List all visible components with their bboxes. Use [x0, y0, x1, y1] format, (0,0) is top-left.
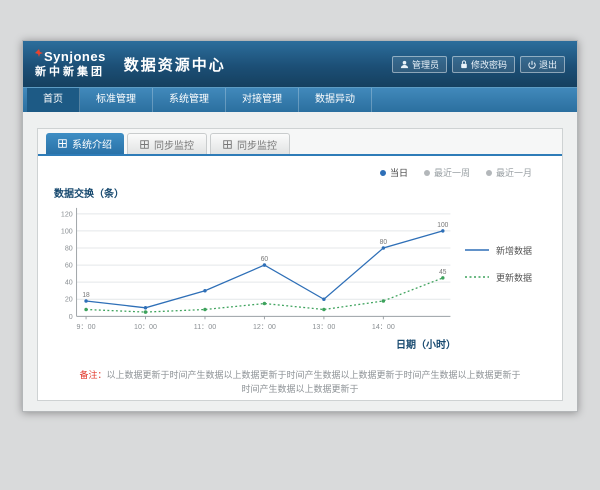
svg-text:11：00: 11：00	[194, 322, 216, 331]
admin-button-label: 管理员	[412, 58, 439, 71]
brand-row: Synjones	[35, 50, 106, 64]
tab-system-intro[interactable]: 系统介绍	[46, 133, 124, 154]
series-legend: 新增数据 更新数据	[458, 202, 550, 351]
series-name: 新增数据	[496, 244, 532, 257]
svg-text:9：00: 9：00	[77, 322, 96, 331]
dot-icon	[424, 170, 430, 176]
desktop: { "header": { "brand": "Synjones", "comp…	[0, 40, 600, 490]
nav-item-integration[interactable]: 对接管理	[226, 88, 299, 112]
svg-text:100: 100	[437, 222, 448, 229]
dotted-line-sample-icon	[464, 273, 490, 281]
remark-text: 以上数据更新于时间产生数据以上数据更新于时间产生数据以上数据更新于时间产生数据以…	[107, 370, 521, 394]
svg-text:100: 100	[61, 226, 73, 235]
svg-text:80: 80	[65, 243, 73, 252]
user-icon	[400, 60, 409, 69]
svg-text:80: 80	[380, 239, 388, 246]
tab-bar: 系统介绍 同步监控 同步监控	[38, 129, 562, 156]
app-title: 数据资源中心	[124, 54, 226, 75]
app-window: Synjones 新中新集团 数据资源中心 管理员 修改密码 退出 首页 标准管…	[22, 40, 578, 412]
svg-text:18: 18	[82, 292, 90, 299]
change-password-button-label: 修改密码	[471, 58, 507, 71]
dot-icon	[380, 170, 386, 176]
brand-star-icon	[35, 49, 43, 57]
chart-x-axis-title: 日期（小时）	[50, 336, 458, 351]
svg-text:12：00: 12：00	[253, 322, 276, 331]
card-body: 当日 最近一周 最近一月 数据交换（条） 0 20 40 60 80 100 120 9：00…	[38, 156, 562, 396]
svg-text:0: 0	[69, 312, 73, 321]
tab-sync-monitor-2[interactable]: 同步监控	[210, 133, 290, 154]
legend-new-data[interactable]: 新增数据	[464, 244, 550, 257]
nav-item-data-change[interactable]: 数据异动	[299, 88, 372, 112]
tab-sync-monitor-1[interactable]: 同步监控	[127, 133, 207, 154]
grid-icon	[140, 140, 149, 149]
svg-text:13：00: 13：00	[312, 322, 335, 331]
header-actions: 管理员 修改密码 退出	[392, 56, 565, 73]
admin-button[interactable]: 管理员	[392, 56, 447, 73]
range-filter-legend: 当日 最近一周 最近一月	[50, 162, 550, 179]
change-password-button[interactable]: 修改密码	[452, 56, 515, 73]
svg-text:40: 40	[65, 278, 73, 287]
svg-text:60: 60	[65, 260, 73, 269]
main-nav: 首页 标准管理 系统管理 对接管理 数据异动	[23, 87, 577, 112]
dot-icon	[486, 170, 492, 176]
nav-item-home[interactable]: 首页	[27, 88, 80, 112]
line-sample-icon	[464, 246, 490, 254]
tab-label: 系统介绍	[72, 136, 112, 151]
svg-text:45: 45	[439, 269, 447, 276]
svg-text:10：00: 10：00	[134, 322, 157, 331]
line-chart: 0 20 40 60 80 100 120 9：00 10：00 11：00 12：00 13：00 1…	[50, 202, 458, 340]
lock-icon	[460, 60, 468, 69]
series-name: 更新数据	[496, 271, 532, 284]
logout-button-label: 退出	[539, 58, 557, 71]
remark-note: 备注：以上数据更新于时间产生数据以上数据更新于时间产生数据以上数据更新于时间产生…	[50, 369, 550, 396]
range-filter-label: 当日	[390, 166, 408, 179]
panel-card: 系统介绍 同步监控 同步监控 当日	[37, 128, 563, 401]
range-filter-label: 最近一月	[496, 166, 532, 179]
app-header: Synjones 新中新集团 数据资源中心 管理员 修改密码 退出	[23, 41, 577, 87]
chart-row: 0 20 40 60 80 100 120 9：00 10：00 11：00 12：00 13：00 1…	[50, 202, 550, 351]
chart-y-axis-title: 数据交换（条）	[54, 185, 550, 200]
range-filter-label: 最近一周	[434, 166, 470, 179]
legend-update-data[interactable]: 更新数据	[464, 271, 550, 284]
tab-label: 同步监控	[237, 137, 277, 152]
nav-item-standards[interactable]: 标准管理	[80, 88, 153, 112]
tab-label: 同步监控	[154, 137, 194, 152]
svg-text:14：00: 14：00	[372, 322, 395, 331]
svg-text:60: 60	[261, 256, 269, 263]
grid-icon	[223, 140, 232, 149]
logout-button[interactable]: 退出	[520, 56, 565, 73]
range-filter-week[interactable]: 最近一周	[424, 166, 470, 179]
range-filter-month[interactable]: 最近一月	[486, 166, 532, 179]
chart-column: 0 20 40 60 80 100 120 9：00 10：00 11：00 12：00 13：00 1…	[50, 202, 458, 351]
company-name: 新中新集团	[35, 66, 106, 78]
svg-text:20: 20	[65, 295, 73, 304]
logo: Synjones 新中新集团	[35, 50, 106, 77]
svg-text:120: 120	[61, 209, 73, 218]
power-icon	[528, 60, 536, 69]
remark-label: 备注：	[79, 370, 106, 380]
content-area: 系统介绍 同步监控 同步监控 当日	[23, 112, 577, 411]
brand-name: Synjones	[44, 50, 106, 64]
grid-icon	[58, 139, 67, 148]
range-filter-today[interactable]: 当日	[380, 166, 408, 179]
nav-item-system[interactable]: 系统管理	[153, 88, 226, 112]
